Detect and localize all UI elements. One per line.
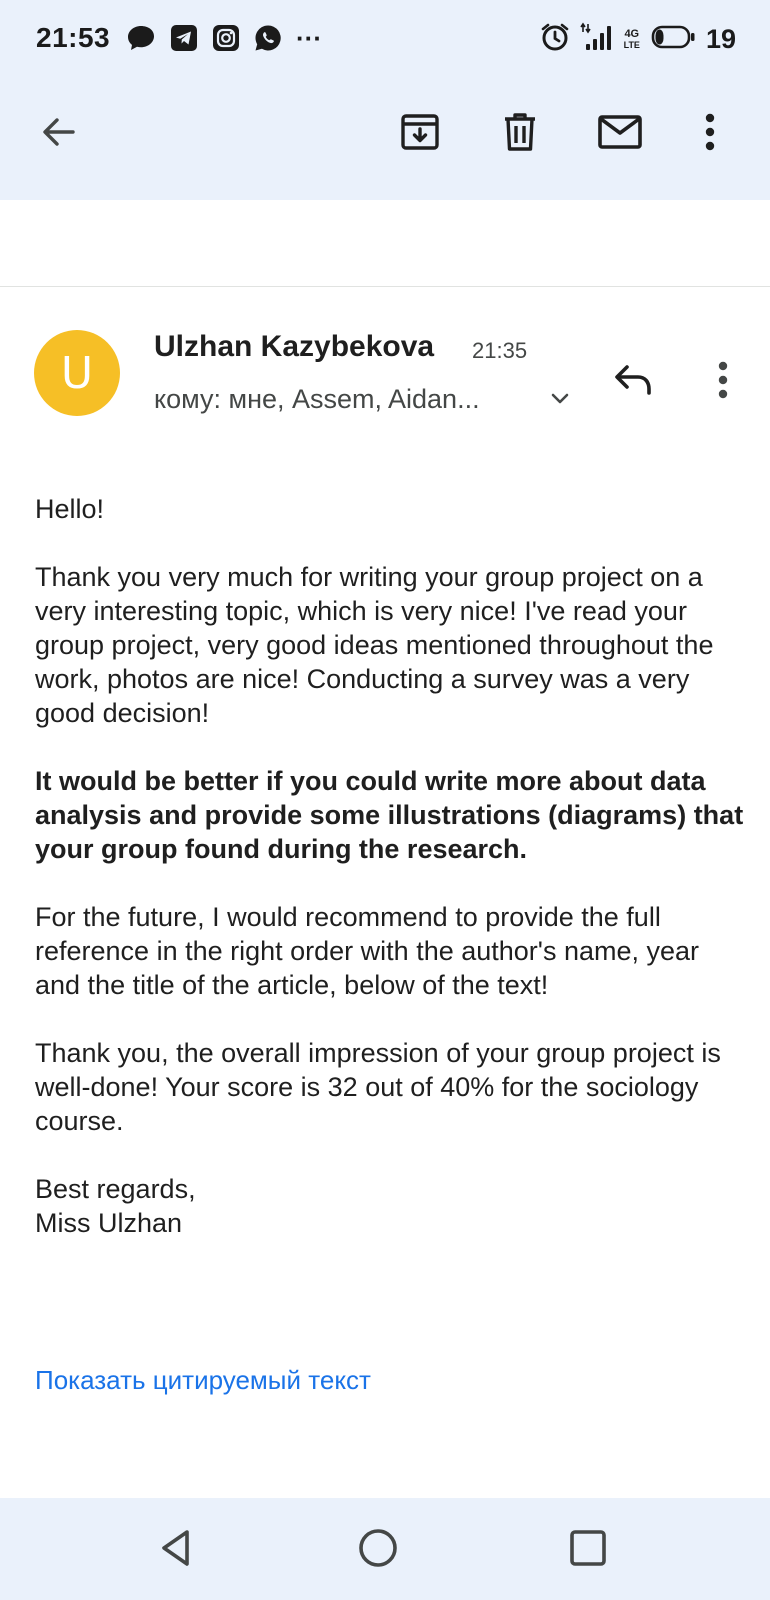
greeting: Hello! xyxy=(35,494,105,524)
body-paragraph-3: For the future, I would recommend to pro… xyxy=(35,902,700,1000)
body-paragraph-bold: It would be better if you could write mo… xyxy=(35,766,744,864)
signature: Miss Ulzhan xyxy=(35,1208,183,1238)
back-arrow-icon xyxy=(39,113,77,156)
mark-unread-icon xyxy=(597,114,643,155)
network-type-bottom: LTE xyxy=(623,39,640,50)
body-paragraph-4: Thank you, the overall impression of you… xyxy=(35,1038,721,1136)
more-vert-icon xyxy=(704,112,716,157)
chevron-down-icon xyxy=(550,392,570,411)
archive-icon xyxy=(399,111,441,158)
whatsapp-icon xyxy=(254,24,282,52)
back-button[interactable] xyxy=(30,106,86,162)
battery-icon xyxy=(650,24,696,55)
notification-icons: ··· xyxy=(126,24,322,52)
nav-recents-button[interactable] xyxy=(558,1520,618,1580)
show-quoted-text-link[interactable]: Показать цитируемый текст xyxy=(35,1365,371,1396)
expand-details-button[interactable] xyxy=(545,386,575,416)
nav-recents-icon xyxy=(568,1528,608,1573)
delete-button[interactable] xyxy=(492,106,548,162)
delete-icon xyxy=(500,111,540,158)
chat-bubble-icon xyxy=(126,24,156,52)
reply-button[interactable] xyxy=(606,354,662,410)
status-time: 21:53 xyxy=(36,22,111,53)
thread-divider xyxy=(0,286,770,287)
nav-back-button[interactable] xyxy=(146,1520,206,1580)
recipients-summary[interactable]: кому: мне, Assem, Aidan... xyxy=(154,384,480,415)
signal-strength-icon xyxy=(579,22,614,57)
closing: Best regards, xyxy=(35,1174,196,1204)
message-body: Hello! Thank you very much for writing y… xyxy=(35,492,745,1240)
nav-back-icon xyxy=(159,1528,193,1573)
network-type-top: 4G xyxy=(624,27,640,40)
reply-icon xyxy=(613,363,655,402)
telegram-icon xyxy=(170,24,198,52)
message-time: 21:35 xyxy=(472,338,528,363)
network-type-icon: 4G LTE xyxy=(623,27,640,51)
more-options-button[interactable] xyxy=(682,106,738,162)
alarm-icon xyxy=(540,22,570,57)
battery-level: 19 xyxy=(705,24,736,54)
nav-home-button[interactable] xyxy=(348,1520,408,1580)
mark-unread-button[interactable] xyxy=(592,106,648,162)
nav-home-icon xyxy=(357,1527,399,1574)
message-header: U Ulzhan Kazybekova 21:35 кому: мне, Ass… xyxy=(0,316,770,426)
sender-avatar[interactable]: U xyxy=(34,330,120,416)
status-bar: 21:53 ··· 4G LTE 19 xyxy=(0,0,770,82)
instagram-icon xyxy=(212,24,240,52)
body-paragraph-1: Thank you very much for writing your gro… xyxy=(35,562,714,728)
message-more-button[interactable] xyxy=(700,354,746,410)
sender-name: Ulzhan Kazybekova xyxy=(154,330,435,363)
message-toolbar xyxy=(0,82,770,200)
system-navigation-bar xyxy=(0,1498,770,1600)
system-icons: 4G LTE 19 xyxy=(540,22,736,57)
more-vert-icon xyxy=(717,360,729,405)
more-notifications-indicator: ··· xyxy=(296,23,322,53)
archive-button[interactable] xyxy=(392,106,448,162)
